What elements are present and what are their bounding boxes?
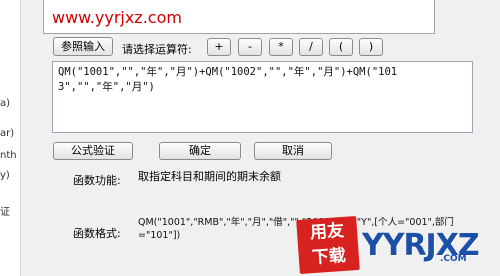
left-strip-text: y) xyxy=(0,170,10,181)
formula-text[interactable]: QM("1001","","年","月")+QM("1002","","年","… xyxy=(53,62,472,98)
verify-formula-button[interactable]: 公式验证 xyxy=(53,142,133,160)
reference-input-button[interactable]: 参照输入 xyxy=(53,37,113,56)
function-format-label: 函数格式: xyxy=(73,227,121,240)
watermark-url: www.yyrjxz.com xyxy=(52,8,182,27)
left-strip-text: 证 xyxy=(0,207,10,218)
operator-minus-button[interactable]: - xyxy=(238,38,262,56)
operator-prompt-label: 请选择运算符: xyxy=(122,43,192,56)
operator-divide-button[interactable]: / xyxy=(299,38,323,56)
formula-editor[interactable]: QM("1001","","年","月")+QM("1002","","年","… xyxy=(52,61,473,133)
watermark-badge-line2: 下载 xyxy=(311,245,347,269)
watermark-site-suffix: .COM xyxy=(440,254,467,264)
operator-open-paren-button[interactable]: ( xyxy=(329,38,353,56)
operator-close-paren-button[interactable]: ) xyxy=(359,38,383,56)
left-strip-text: nth xyxy=(0,150,17,161)
function-desc-value: 取指定科目和期间的期末余额 xyxy=(138,170,281,183)
ok-button[interactable]: 确定 xyxy=(159,142,241,160)
cancel-button[interactable]: 取消 xyxy=(254,142,332,160)
left-strip-text: a) xyxy=(0,98,11,109)
operator-plus-button[interactable]: + xyxy=(207,38,231,56)
function-desc-label: 函数功能: xyxy=(73,174,121,187)
operator-multiply-button[interactable]: * xyxy=(269,38,293,56)
left-strip-text: ar) xyxy=(0,128,15,139)
watermark-logo-badge: 用友 下载 xyxy=(296,215,360,275)
left-panel-strip: a) ar) nth y) 证 xyxy=(0,0,21,276)
